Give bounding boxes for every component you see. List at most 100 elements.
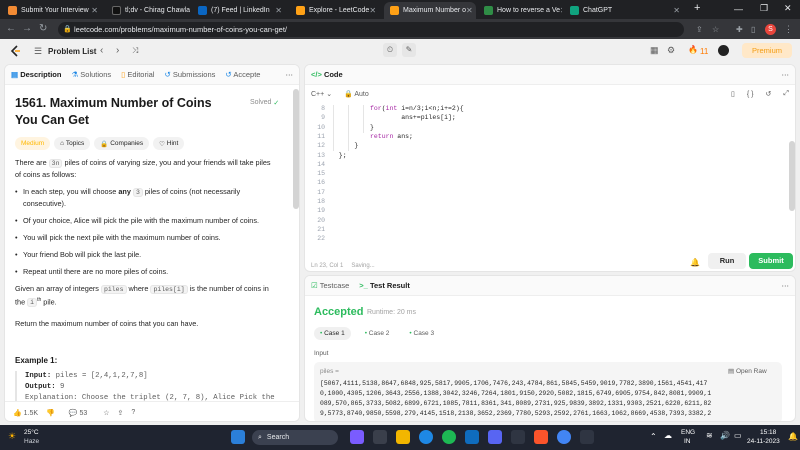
submit-button[interactable]: Submit (749, 253, 793, 269)
next-problem-icon[interactable]: › (116, 45, 119, 56)
browser-tab[interactable]: (7) Feed | LinkedIn ✕ (192, 2, 288, 19)
language-top[interactable]: ENG (681, 429, 695, 436)
browser-tab[interactable]: tl;dv - Chirag Chawla ✕ (106, 2, 190, 19)
windows-start-icon[interactable] (231, 430, 245, 444)
shuffle-icon[interactable]: ⤨ (132, 46, 138, 56)
taskbar-search[interactable]: ⌕ Search (252, 430, 338, 445)
close-icon[interactable]: ✕ (673, 6, 680, 15)
store-icon[interactable] (465, 430, 479, 444)
clock-date[interactable]: 24-11-2023 (747, 438, 780, 445)
case-tab-3[interactable]: • Case 3 (403, 327, 440, 340)
maximize-button[interactable]: ❐ (760, 3, 768, 14)
browser-tab[interactable]: How to reverse a Ve ✕ (478, 2, 562, 19)
help-icon[interactable]: ? (131, 409, 135, 416)
comments-button[interactable]: 💬 53 (69, 409, 87, 417)
clock-time[interactable]: 15:18 (760, 429, 776, 436)
share-icon[interactable]: ⇪ (696, 25, 703, 34)
hint-chip[interactable]: ♡ Hint (153, 137, 185, 150)
notes-icon[interactable]: ✎ (402, 43, 416, 57)
premium-button[interactable]: Premium (742, 43, 792, 58)
browser-tab[interactable]: ChatGPT ✕ (564, 2, 686, 19)
browser-tab-active[interactable]: Maximum Number o ✕ (384, 2, 476, 19)
bookmark-star-icon[interactable]: ☆ (712, 25, 719, 34)
problem-list-link[interactable]: Problem List (48, 47, 96, 56)
dislike-button[interactable]: 👎 (46, 409, 55, 417)
weather-icon[interactable]: ☀ (8, 431, 16, 442)
task-view-icon[interactable] (373, 430, 387, 444)
app-icon[interactable] (511, 430, 525, 444)
chrome-icon[interactable] (557, 430, 571, 444)
settings-gear-icon[interactable]: ⚙ (667, 45, 675, 56)
browser-tab[interactable]: Submit Your Interview ✕ (2, 2, 104, 19)
menu-kebab-icon[interactable]: ⋮ (784, 24, 793, 35)
chevron-up-icon[interactable]: ⌃ (650, 432, 657, 441)
volume-icon[interactable]: 🔊 (720, 431, 730, 440)
window-close-button[interactable]: ✕ (784, 3, 792, 14)
streak-count[interactable]: 11 (700, 47, 708, 56)
bookmark-icon[interactable]: ▯ (731, 90, 735, 98)
brave-icon[interactable] (534, 430, 548, 444)
testcase-tab[interactable]: ☑ Testcase (311, 281, 349, 290)
edge-icon[interactable] (419, 430, 433, 444)
profile-avatar[interactable]: S (765, 24, 776, 35)
wifi-icon[interactable]: ≋ (706, 431, 713, 440)
forward-arrow-icon[interactable]: → (22, 23, 32, 34)
reload-icon[interactable]: ↻ (39, 23, 47, 34)
tab-accepted[interactable]: ↺ Accepte (225, 70, 260, 79)
close-icon[interactable]: ✕ (91, 6, 98, 15)
file-explorer-icon[interactable] (396, 430, 410, 444)
share-icon[interactable]: ⇪ (118, 409, 124, 417)
reset-icon[interactable]: ↺ (766, 90, 772, 98)
tab-description[interactable]: ▤ Description (11, 70, 61, 79)
list-icon[interactable]: ☰ (34, 46, 42, 57)
cloud-icon[interactable]: ☁ (664, 431, 672, 440)
weather-desc[interactable]: Haze (24, 438, 39, 445)
console-toggle-icon[interactable]: 🔔 (690, 258, 700, 267)
more-icon[interactable]: ⋯ (782, 70, 790, 79)
more-icon[interactable]: ⋯ (782, 281, 790, 290)
close-icon[interactable]: ✕ (369, 6, 376, 15)
language-select[interactable]: C++ ⌄ (311, 90, 332, 98)
notification-bell-icon[interactable]: 🔔 (788, 432, 798, 441)
timer-icon[interactable]: ⏲ (383, 43, 397, 57)
side-panel-icon[interactable]: ▯ (751, 25, 755, 34)
leetcode-logo-icon[interactable] (10, 45, 22, 57)
user-avatar[interactable] (718, 45, 729, 56)
open-raw-button[interactable]: ▤ Open Raw (728, 367, 767, 375)
run-button[interactable]: Run (708, 253, 746, 269)
app-icon[interactable] (488, 430, 502, 444)
temperature[interactable]: 25°C (24, 429, 39, 436)
tab-editorial[interactable]: ▯ Editorial (121, 70, 154, 79)
code-format-icon[interactable]: { } (747, 91, 754, 98)
topics-chip[interactable]: ⌂ Topics (54, 137, 91, 150)
minimize-button[interactable]: — (734, 4, 743, 14)
case-tab-2[interactable]: • Case 2 (359, 327, 396, 340)
app-icon[interactable] (580, 430, 594, 444)
expand-icon[interactable]: ⤢ (783, 90, 789, 98)
code-tab[interactable]: </> Code (311, 70, 343, 79)
close-icon[interactable]: ✕ (466, 6, 473, 15)
editor-scrollbar[interactable] (789, 141, 795, 211)
browser-tab[interactable]: Explore - LeetCode ✕ (290, 2, 382, 19)
app-icon[interactable] (350, 430, 364, 444)
companies-chip[interactable]: 🔒 Companies (94, 137, 150, 150)
test-result-tab[interactable]: >_ Test Result (359, 281, 410, 290)
back-arrow-icon[interactable]: ← (6, 23, 16, 34)
tab-solutions[interactable]: ⚗ Solutions (71, 70, 111, 79)
tab-submissions[interactable]: ↺ Submissions (164, 70, 215, 79)
autocomplete-toggle[interactable]: 🔒 Auto (344, 90, 369, 98)
language-bottom[interactable]: IN (684, 438, 691, 445)
spotify-icon[interactable] (442, 430, 456, 444)
layout-grid-icon[interactable]: ▦ (650, 45, 659, 56)
description-scrollbar[interactable] (293, 89, 299, 209)
close-icon[interactable]: ✕ (560, 6, 562, 15)
address-bar[interactable]: 🔒 leetcode.com/problems/maximum-number-o… (58, 22, 684, 37)
like-button[interactable]: 👍 1.5K (13, 409, 38, 417)
close-icon[interactable]: ✕ (275, 6, 282, 15)
code-editor[interactable]: 8 for(int i=n/3;i<n;i+=2){9 ans+=piles[i];… (305, 103, 785, 251)
extensions-icon[interactable]: ✚ (736, 25, 743, 34)
battery-icon[interactable]: ▭ (734, 431, 742, 440)
prev-problem-icon[interactable]: ‹ (100, 45, 103, 56)
more-icon[interactable]: ⋯ (286, 70, 294, 79)
case-tab-1[interactable]: • Case 1 (314, 327, 351, 340)
